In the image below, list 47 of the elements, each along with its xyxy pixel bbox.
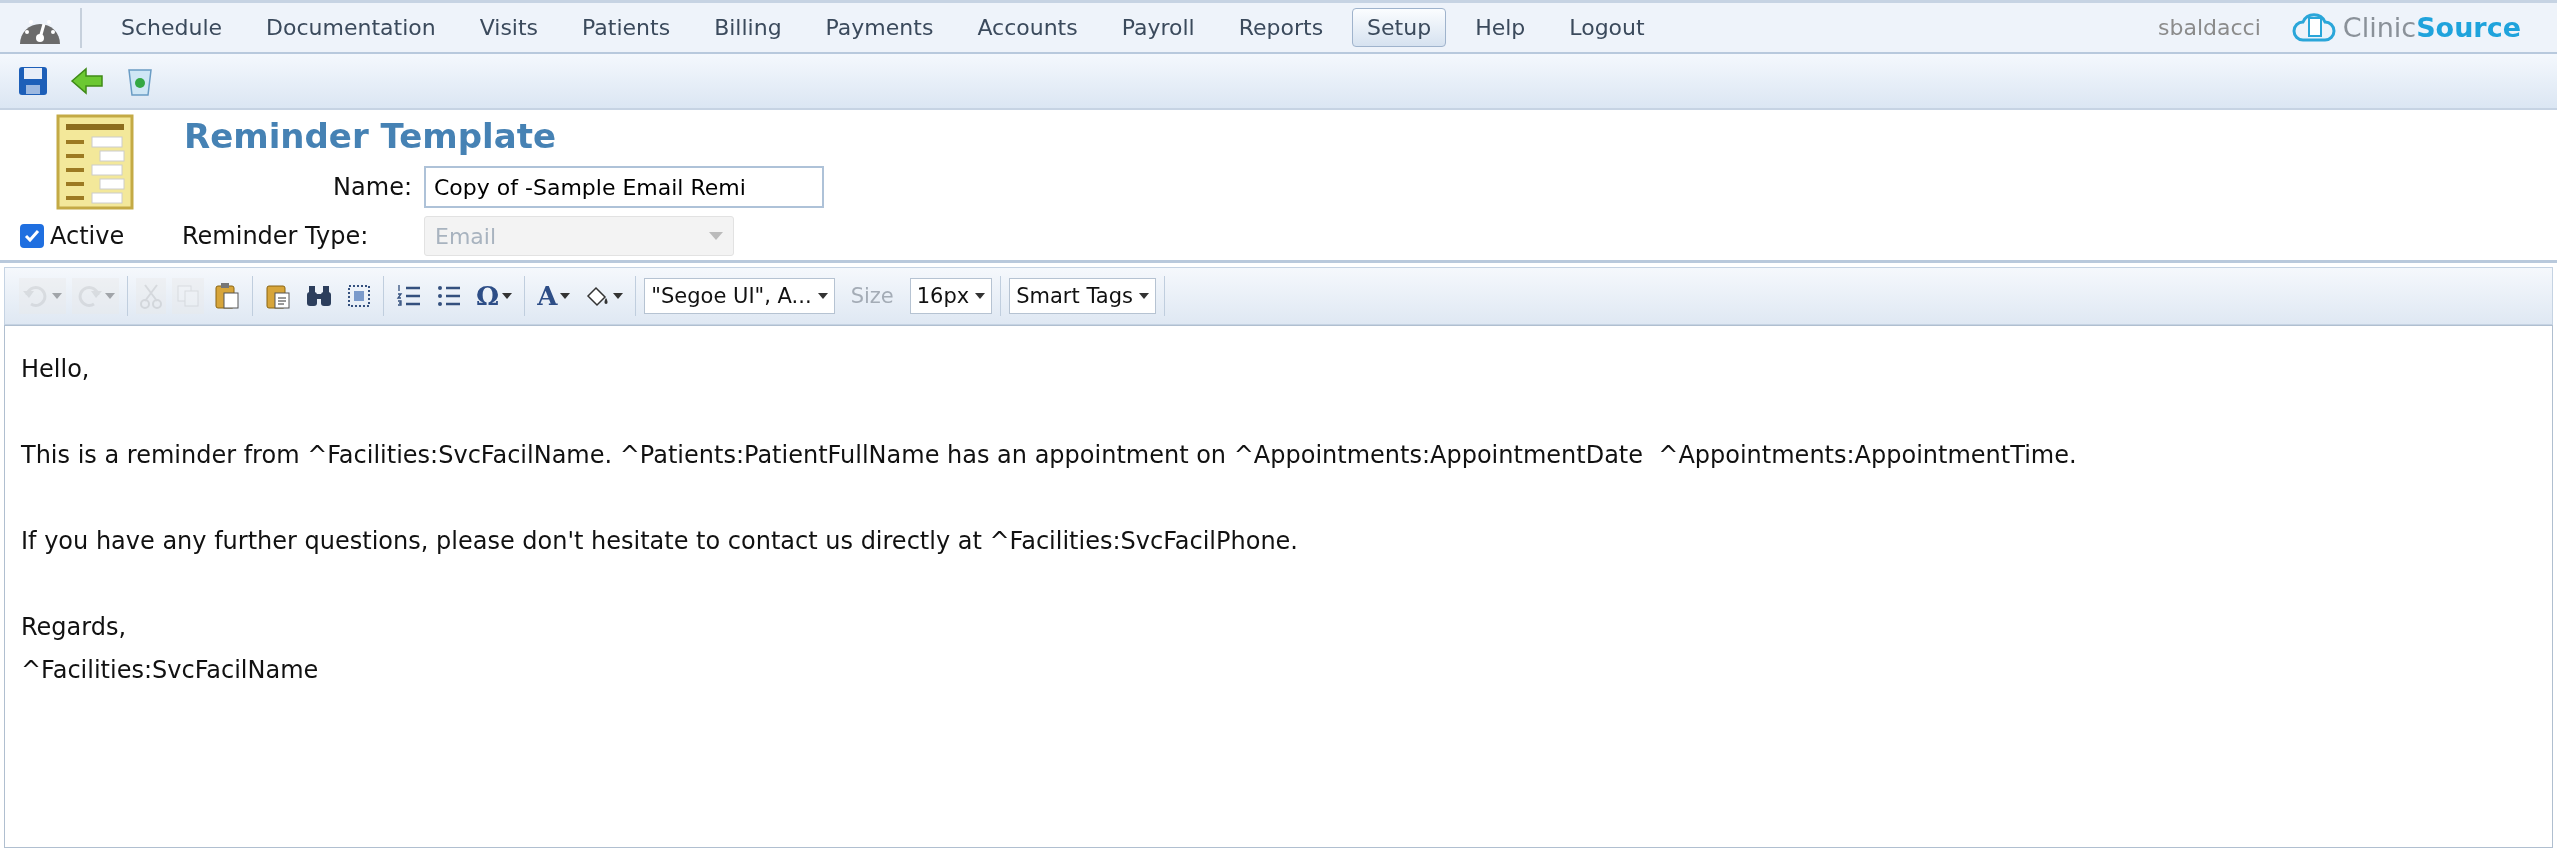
select-all-icon <box>347 284 371 308</box>
checkmark-icon <box>24 229 40 243</box>
field-label: Reminder Type: <box>182 222 370 250</box>
document-form-icon <box>56 114 134 210</box>
caret-icon <box>975 293 986 299</box>
numbered-list-icon <box>396 283 422 309</box>
field-label: Name: <box>332 173 412 201</box>
nav-tab[interactable]: Reports <box>1223 8 1339 47</box>
nav-tab[interactable]: Patients <box>567 8 686 47</box>
save-icon[interactable] <box>18 66 48 96</box>
bullet-list-icon <box>436 283 462 309</box>
checkbox-label: Active <box>50 222 125 250</box>
scissors-icon <box>140 283 162 309</box>
logo-text: ClinicSource <box>2342 12 2521 43</box>
logo-icon <box>2290 11 2337 44</box>
dropdown[interactable]: "Segoe UI", A... <box>644 278 835 314</box>
nav-tab[interactable]: Payroll <box>1106 8 1210 47</box>
nav-tab[interactable]: Documentation <box>251 8 451 47</box>
size-label: Size <box>849 284 895 308</box>
back-arrow-icon[interactable] <box>70 67 104 95</box>
nav-tab[interactable]: Visits <box>464 8 554 47</box>
nav-tab[interactable]: Help <box>1460 8 1541 47</box>
binoculars-icon <box>305 284 333 308</box>
nav-tab[interactable]: Setup <box>1352 8 1447 47</box>
body-text: Regards, <box>21 612 128 643</box>
caret-icon <box>817 293 828 299</box>
caret-icon <box>709 232 723 240</box>
clipboard-text-icon <box>265 282 291 310</box>
body-text: This is a reminder from ^Facilities:SvcFacilName. ^Patients:PatientFullName has an appointment on ^Appointments:AppointmentDate ^Appointments:AppointmentTime. <box>21 440 2078 471</box>
page-title: Reminder Template <box>183 116 557 156</box>
nav-tab[interactable]: Logout <box>1554 8 1660 47</box>
caret-icon <box>1138 293 1149 299</box>
body-text: If you have any further questions, please don't hesitate to contact us directly at ^Facilities:SvcFacilPhone. <box>21 526 1299 557</box>
name-input[interactable]: Copy of -Sample Email Remi <box>424 166 824 208</box>
dropdown[interactable]: 16px <box>909 278 993 314</box>
toolbar-button[interactable]: A <box>533 278 575 314</box>
username: sbaldacci <box>2158 15 2261 40</box>
nav-tab[interactable]: Payments <box>810 8 949 47</box>
nav-tab[interactable]: Billing <box>699 8 797 47</box>
toolbar-button[interactable]: Ω <box>472 278 517 314</box>
body-text: ^Facilities:SvcFacilName <box>21 655 320 686</box>
clipboard-icon <box>214 282 240 310</box>
body-text: Hello, <box>21 354 91 385</box>
nav-tab[interactable]: Accounts <box>962 8 1093 47</box>
dropdown[interactable]: Smart Tags <box>1009 278 1156 314</box>
active-checkbox[interactable] <box>20 224 44 248</box>
nav-tab[interactable]: Schedule <box>106 8 238 47</box>
